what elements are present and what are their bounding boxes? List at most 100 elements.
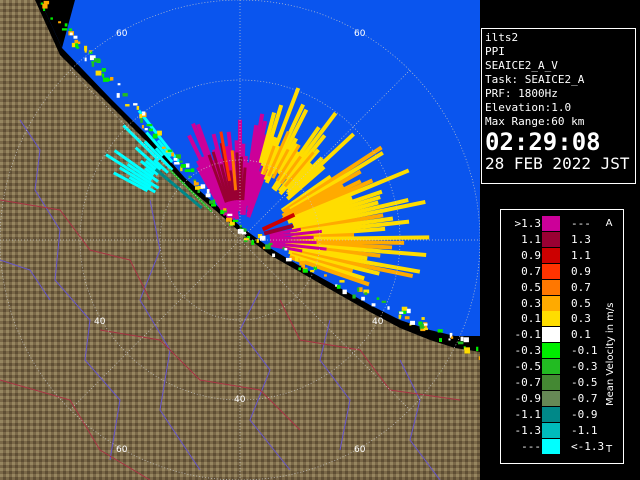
clutter-cell <box>376 297 380 300</box>
radar-site-name: ilts2 <box>485 31 519 44</box>
clutter-cell <box>116 93 120 98</box>
legend-low-value: -0.3 <box>514 344 542 358</box>
legend-swatch <box>542 247 560 263</box>
clutter-cell <box>141 125 144 129</box>
legend-high-value: 1.3 <box>571 232 591 246</box>
legend-swatch <box>542 263 560 279</box>
clutter-cell <box>399 311 404 314</box>
legend-low-value: -1.1 <box>514 407 542 421</box>
legend-swatch <box>542 359 560 375</box>
clutter-cell <box>58 21 62 24</box>
legend-low-value: -0.1 <box>514 328 542 342</box>
max-range-value: Max Range:60 km <box>485 115 585 128</box>
range-label: 40 <box>372 317 384 327</box>
clutter-cell <box>200 184 206 189</box>
clutter-cell <box>323 274 327 277</box>
clutter-cell <box>336 284 341 289</box>
velocity-ray <box>239 156 243 201</box>
velocity-ray <box>235 152 241 201</box>
legend-tag-bottom: T <box>605 444 613 455</box>
clutter-cell <box>76 46 80 49</box>
clutter-cell <box>184 169 191 173</box>
legend-high-value: -0.7 <box>571 391 598 405</box>
clutter-cell <box>285 257 292 262</box>
clutter-cell <box>284 248 288 251</box>
clutter-cell <box>50 17 53 20</box>
prf-value: PRF: 1800Hz <box>485 87 558 100</box>
clutter-cell <box>194 186 200 190</box>
clutter-cell <box>193 180 197 186</box>
clutter-cell <box>229 221 233 226</box>
clutter-cell <box>146 123 153 127</box>
clutter-cell <box>232 219 239 223</box>
clutter-cell <box>140 118 143 123</box>
radar-info-panel: ilts2 PPI SEAICE2_A_V Task: SEAICE2_A PR… <box>481 28 636 184</box>
clutter-cell <box>439 338 443 343</box>
clutter-cell <box>74 39 79 44</box>
clutter-cell <box>122 93 128 97</box>
clutter-cell <box>188 175 192 179</box>
clutter-cell <box>298 267 302 271</box>
legend-high-value: 0.5 <box>571 296 591 310</box>
clutter-cell <box>310 269 315 273</box>
legend-low-value: 0.9 <box>521 248 541 262</box>
legend-high-value: -0.9 <box>571 407 598 421</box>
clutter-cell <box>133 103 138 106</box>
clutter-cell <box>251 240 255 245</box>
clutter-cell <box>180 164 187 168</box>
legend-swatch <box>542 375 560 390</box>
legend-low-value: --- <box>521 439 541 453</box>
clutter-cell <box>73 35 78 39</box>
clutter-cell <box>232 222 235 226</box>
legend-swatch <box>542 422 560 438</box>
clutter-cell <box>423 323 428 326</box>
clutter-cell <box>173 157 178 161</box>
legend-swatch <box>542 327 560 343</box>
clutter-cell <box>458 341 464 345</box>
clutter-cell <box>352 294 356 299</box>
product-name: SEAICE2_A_V <box>485 59 558 72</box>
clutter-cell <box>144 127 148 131</box>
clutter-cell <box>241 231 247 235</box>
legend-low-value: 0.3 <box>521 296 541 310</box>
clutter-cell <box>190 168 195 173</box>
legend-low-value: 0.1 <box>521 312 541 326</box>
clutter-cell <box>437 329 443 333</box>
legend-high-value: -0.5 <box>571 376 598 389</box>
clutter-cell <box>226 217 232 222</box>
clutter-cell <box>95 70 102 76</box>
clutter-cell <box>357 287 360 292</box>
legend-swatch <box>542 216 560 231</box>
range-label: 40 <box>234 395 246 405</box>
legend-high-value: 0.1 <box>571 328 591 342</box>
clutter-cell <box>174 162 180 165</box>
legend-swatch <box>542 231 560 247</box>
clutter-cell <box>148 128 153 132</box>
legend-high-value: -0.3 <box>571 360 598 374</box>
legend-high-value: -1.1 <box>571 423 598 437</box>
legend-swatch <box>542 390 560 406</box>
clutter-cell <box>136 105 140 110</box>
legend-swatch <box>542 279 560 295</box>
clutter-cell <box>223 208 227 211</box>
clutter-cell <box>421 317 425 320</box>
clutter-cell <box>84 45 88 51</box>
radar-map[interactable]: 60 60 40 40 40 60 60 <box>0 0 480 480</box>
legend-high-value: 0.3 <box>571 312 591 326</box>
clutter-cell <box>152 133 158 139</box>
clutter-cell <box>101 73 105 78</box>
clutter-cell <box>342 289 347 295</box>
clutter-cell <box>205 193 211 198</box>
legend-high-value: -0.1 <box>571 344 598 358</box>
legend-low-value: 1.1 <box>521 232 541 246</box>
clutter-cell <box>68 28 73 31</box>
clutter-cell <box>299 261 304 266</box>
clutter-cell <box>272 253 276 257</box>
legend-low-value: -0.7 <box>514 376 542 389</box>
legend-unit-label: A Mean Velocity in m/s T <box>605 218 616 455</box>
clutter-cell <box>42 3 48 9</box>
scan-time: 02:29:08 <box>485 128 601 156</box>
clutter-cell <box>294 256 299 262</box>
clutter-cell <box>404 316 410 320</box>
clutter-cell <box>227 213 233 217</box>
